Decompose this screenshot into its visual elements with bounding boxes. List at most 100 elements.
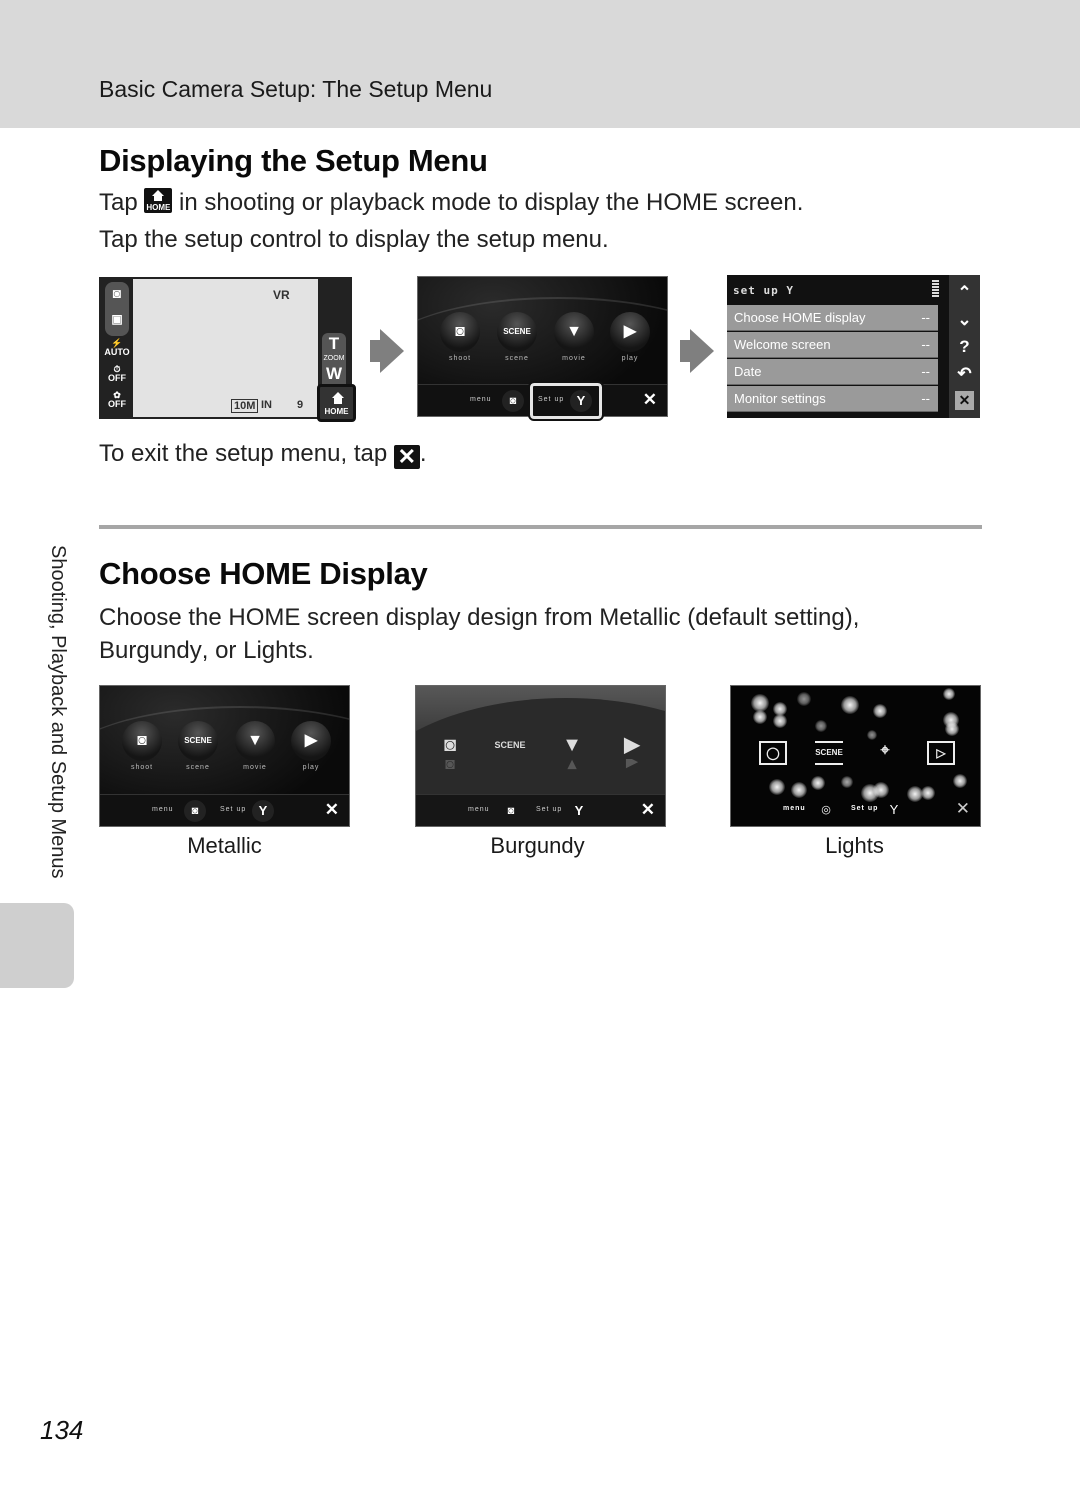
instruction-line-2: Tap the setup control to display the set… [99,226,609,253]
home-button[interactable]: HOME [317,384,356,422]
home-icon: HOME [144,188,173,213]
movie-icon: ▼ [235,721,275,761]
zoom-wide-icon[interactable]: W [322,363,346,385]
breadcrumb: Basic Camera Setup: The Setup Menu [99,76,493,102]
shoot-icon[interactable]: ◙ [440,312,480,352]
option-metallic: Metallic [599,604,681,631]
scene-icon: SCENE [178,721,218,761]
scroll-up-icon[interactable]: ⌃ [949,280,980,306]
play-label: play [302,764,320,771]
play-icon: ▶ [291,721,331,761]
setup-wrench-icon: Y [889,802,899,817]
theme-thumbnail-metallic: ◙ SCENE ▼ ▶ shoot scene movie play menu … [99,685,350,827]
movie-icon[interactable]: ▼ [554,312,594,352]
zoom-tele-icon[interactable]: T [322,333,346,355]
self-timer-icon: ⏱ OFF [108,364,126,383]
scene-label: scene [186,764,210,771]
menu-camera-icon: ◎ [821,804,831,816]
home-bottom-bar: menu ◙ Set up Y ✕ [100,794,349,826]
page-number: 134 [40,1415,84,1445]
shooting-mode-screen: ◙ ▣ ⚡ AUTO ⏱ OFF ✿ OFF VR 10M IN 9 T ZOOM W [99,277,352,419]
section-divider [99,525,982,529]
menu-item-choose-home-display[interactable]: Choose HOME display -- [727,305,938,331]
play-icon[interactable]: ▶ [610,312,650,352]
scroll-down-icon[interactable]: ⌄ [949,307,980,333]
arrow-right-icon [680,329,714,373]
menu-camera-icon[interactable]: ◙ [502,390,524,412]
option-burgundy: Burgundy [99,637,202,664]
setup-label: Set up [220,806,247,813]
menu-item-welcome-screen[interactable]: Welcome screen -- [727,332,938,358]
zoom-control[interactable]: T ZOOM W [322,333,346,389]
shoot-icon: ◙ [443,734,457,756]
setup-label: Set up [536,806,563,813]
close-icon: ✕ [955,799,970,818]
scene-icon[interactable]: SCENE [497,312,537,352]
setup-side-bar: ⌃ ⌄ ? ↶ ✕ [949,275,980,418]
home-bottom-bar: menu ◙ Set up Y ✕ [416,794,665,826]
setup-wrench-icon: Y [574,803,584,818]
flash-mode-icon: ⚡ AUTO [104,338,130,357]
shoot-label: shoot [130,764,154,771]
play-icon: ▷ [927,741,955,765]
instruction-text: in shooting or playback mode to display … [179,189,804,216]
setup-wrench-icon: Y [252,800,274,822]
caption-burgundy: Burgundy [490,833,585,858]
shoot-icon: ◙ [122,721,162,761]
exposures-remaining: 9 [297,399,304,411]
option-lights: Lights [243,637,308,664]
playback-mode-icon: ▣ [111,312,123,326]
shoot-icon: ◯ [759,741,787,765]
movie-icon: ▼ [562,734,582,756]
play-icon: ▶ [624,734,640,756]
close-icon[interactable]: ✕ [643,390,657,410]
icon-reflection: ▼ [564,759,580,773]
back-icon[interactable]: ↶ [949,361,980,387]
shoot-mode-icon: ◙ [112,285,122,301]
menu-label: menu [468,806,490,813]
vr-indicator: VR [273,288,290,302]
movie-icon: ⌖ [880,742,890,759]
image-size-indicator: 10M [231,399,259,413]
menu-item-monitor-settings[interactable]: Monitor settings -- [727,386,938,412]
header-band: Basic Camera Setup: The Setup Menu [0,0,1080,128]
close-icon: ✕ [324,800,339,819]
zoom-label: ZOOM [323,355,345,362]
arrow-right-icon [370,329,404,373]
icon-reflection: ▶ [625,759,639,771]
section-title-displaying-setup-menu: Displaying the Setup Menu [99,143,488,178]
setup-menu-screen: set up Y Choose HOME display -- Welcome s… [727,275,980,418]
home-display-description: Choose the HOME screen display design fr… [99,604,860,664]
menu-camera-icon: ◙ [507,805,515,817]
scroll-indicator [932,280,939,298]
setup-label: Set up [851,805,879,812]
icon-reflection: ◙ [445,759,455,773]
close-icon[interactable]: ✕ [955,391,974,410]
left-control-bar: ◙ ▣ ⚡ AUTO ⏱ OFF ✿ OFF [101,279,133,417]
scene-label: scene [505,355,529,362]
help-icon[interactable]: ? [949,334,980,360]
caption-lights: Lights [825,833,884,858]
home-bottom-bar: menu ◎ Set up Y ✕ [731,794,980,826]
menu-label: menu [783,805,806,812]
movie-label: movie [243,764,267,771]
theme-thumbnail-lights: ◯ SCENE ⌖ ▷ menu ◎ Set up Y ✕ [730,685,981,827]
instruction-line-1: Tap HOME in shooting or playback mode to… [99,188,803,217]
menu-item-date[interactable]: Date -- [727,359,938,385]
menu-label: menu [470,396,492,403]
setup-control-highlight[interactable] [528,381,604,421]
theme-thumbnail-burgundy: ◙ SCENE ▼ ▶ ◙ ▼ ▶ menu ◙ Set up Y ✕ [415,685,666,827]
menu-camera-icon: ◙ [184,800,206,822]
menu-label: menu [152,806,174,813]
close-icon: ✕ [393,445,420,469]
movie-label: movie [562,355,586,362]
chapter-tab [0,903,74,988]
section-title-choose-home-display: Choose HOME Display [99,556,428,591]
chapter-side-label: Shooting, Playback and Setup Menus [47,545,69,879]
scene-icon: SCENE [494,740,526,750]
play-label: play [621,355,639,362]
close-icon: ✕ [640,800,655,819]
setup-menu-title: set up Y [733,284,794,297]
caption-metallic: Metallic [187,833,262,858]
internal-memory-indicator: IN [261,399,272,411]
